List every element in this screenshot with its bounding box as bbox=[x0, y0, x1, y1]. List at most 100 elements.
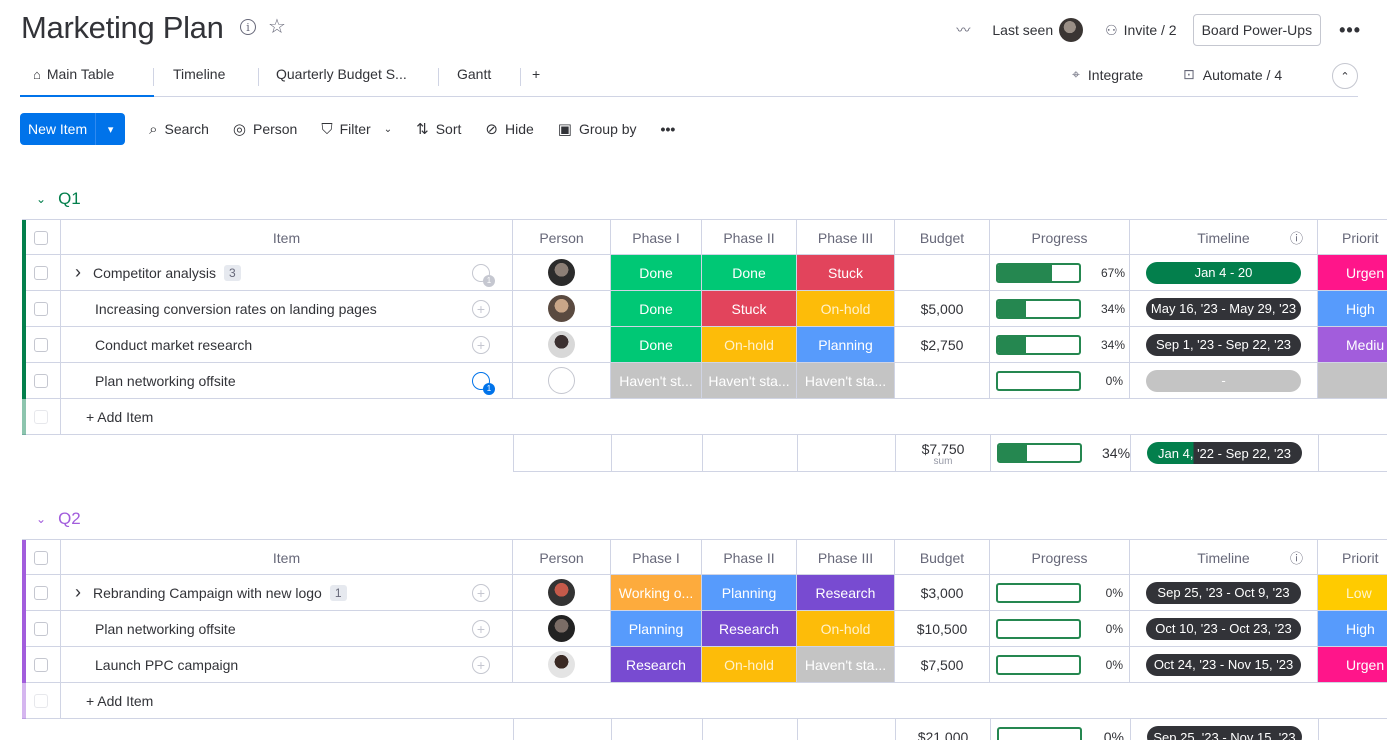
column-header-phase-ii[interactable]: Phase II bbox=[702, 220, 797, 255]
row-checkbox[interactable] bbox=[34, 301, 48, 316]
select-all-checkbox[interactable] bbox=[34, 550, 48, 565]
timeline-cell[interactable]: Jan 4 - 20 bbox=[1130, 255, 1318, 290]
activity-button[interactable]: 〰 bbox=[956, 20, 970, 40]
priority-cell[interactable] bbox=[1318, 363, 1387, 398]
item-name[interactable]: Plan networking offsite bbox=[95, 373, 236, 389]
invite-button[interactable]: ⚇ Invite / 2 bbox=[1105, 22, 1176, 39]
status-cell-phase1[interactable]: Haven't st... bbox=[611, 363, 702, 398]
item-cell[interactable]: Conduct market research + bbox=[61, 327, 513, 362]
budget-cell[interactable]: $3,000 bbox=[895, 575, 990, 610]
status-cell-phase2[interactable]: Stuck bbox=[702, 291, 797, 326]
column-header-item[interactable]: Item bbox=[61, 220, 513, 255]
person-filter-button[interactable]: ◎ Person bbox=[233, 120, 297, 138]
column-header-person[interactable]: Person bbox=[513, 540, 611, 575]
row-checkbox-cell[interactable] bbox=[22, 327, 61, 362]
automate-button[interactable]: ⊡ Automate / 4 bbox=[1183, 66, 1282, 83]
status-cell-phase3[interactable]: On-hold bbox=[797, 611, 895, 646]
board-power-ups-button[interactable]: Board Power-Ups bbox=[1192, 14, 1322, 46]
priority-cell[interactable]: Mediu bbox=[1318, 327, 1387, 362]
status-cell-phase2[interactable]: On-hold bbox=[702, 647, 797, 682]
status-cell-phase3[interactable]: On-hold bbox=[797, 291, 895, 326]
budget-cell[interactable]: $7,500 bbox=[895, 647, 990, 682]
person-cell[interactable] bbox=[513, 255, 611, 290]
chevron-down-icon[interactable]: ▾ bbox=[95, 113, 125, 145]
chevron-down-icon[interactable]: ⌄ bbox=[36, 512, 46, 526]
select-all-checkbox[interactable] bbox=[34, 230, 48, 245]
add-item-input[interactable]: + Add Item bbox=[61, 399, 1387, 434]
sort-button[interactable]: ⇅ Sort bbox=[416, 120, 461, 138]
tab-gantt[interactable]: Gantt bbox=[457, 66, 491, 82]
add-update-icon[interactable]: + bbox=[472, 619, 490, 638]
timeline-pill[interactable]: May 16, '23 - May 29, '23 bbox=[1146, 297, 1301, 320]
row-checkbox[interactable] bbox=[34, 585, 48, 600]
timeline-cell[interactable]: Oct 10, '23 - Oct 23, '23 bbox=[1130, 611, 1318, 646]
column-header-priority[interactable]: Priorit bbox=[1318, 540, 1387, 575]
new-item-label[interactable]: New Item bbox=[20, 113, 95, 145]
star-icon[interactable]: ☆ bbox=[268, 17, 286, 37]
summary-budget-cell[interactable]: $21,000 bbox=[896, 719, 991, 740]
status-cell-phase3[interactable]: Haven't sta... bbox=[797, 647, 895, 682]
avatar[interactable] bbox=[548, 579, 575, 606]
status-cell-phase1[interactable]: Done bbox=[611, 255, 702, 290]
column-header-person[interactable]: Person bbox=[513, 220, 611, 255]
timeline-cell[interactable]: - bbox=[1130, 363, 1318, 398]
subitem-count-badge[interactable]: 3 bbox=[223, 264, 241, 281]
row-checkbox[interactable] bbox=[34, 265, 48, 280]
column-header-budget[interactable]: Budget bbox=[895, 540, 990, 575]
row-checkbox[interactable] bbox=[34, 657, 48, 672]
item-cell[interactable]: Launch PPC campaign + bbox=[61, 647, 513, 682]
add-item-row[interactable]: + Add Item bbox=[22, 399, 1387, 435]
column-header-timeline[interactable]: Timeline ⓘ bbox=[1130, 540, 1318, 575]
priority-cell[interactable]: High bbox=[1318, 611, 1387, 646]
select-all-checkbox-cell[interactable] bbox=[22, 220, 61, 255]
collapse-header-button[interactable]: ⌃ bbox=[1332, 63, 1358, 89]
timeline-pill[interactable]: Sep 25, '23 - Oct 9, '23 bbox=[1146, 581, 1301, 604]
column-header-phase-ii[interactable]: Phase II bbox=[702, 540, 797, 575]
row-checkbox-cell[interactable] bbox=[22, 255, 61, 290]
item-name[interactable]: Launch PPC campaign bbox=[95, 657, 238, 673]
status-cell-phase2[interactable]: Haven't sta... bbox=[702, 363, 797, 398]
timeline-cell[interactable]: May 16, '23 - May 29, '23 bbox=[1130, 291, 1318, 326]
budget-cell[interactable]: $2,750 bbox=[895, 327, 990, 362]
status-cell-phase1[interactable]: Done bbox=[611, 327, 702, 362]
tab-main-table[interactable]: ⌂ Main Table bbox=[33, 66, 114, 82]
column-header-phase-i[interactable]: Phase I bbox=[611, 540, 702, 575]
info-icon[interactable]: ⓘ bbox=[1290, 548, 1303, 567]
person-cell[interactable] bbox=[513, 647, 611, 682]
column-header-item[interactable]: Item bbox=[61, 540, 513, 575]
status-cell-phase1[interactable]: Done bbox=[611, 291, 702, 326]
person-cell[interactable] bbox=[513, 327, 611, 362]
last-seen[interactable]: Last seen bbox=[992, 18, 1084, 42]
group-header-q1[interactable]: ⌄ Q1 bbox=[36, 189, 81, 209]
table-row[interactable]: Launch PPC campaign + Research On-hold Haven… bbox=[22, 647, 1387, 683]
row-checkbox[interactable] bbox=[34, 621, 48, 636]
expand-subitems-icon[interactable]: › bbox=[75, 582, 81, 603]
avatar[interactable] bbox=[548, 259, 575, 286]
more-toolbar-icon[interactable]: ••• bbox=[661, 121, 676, 137]
item-cell[interactable]: Increasing conversion rates on landing p… bbox=[61, 291, 513, 326]
item-cell[interactable]: Plan networking offsite 1 bbox=[61, 363, 513, 398]
column-header-timeline[interactable]: Timeline ⓘ bbox=[1130, 220, 1318, 255]
priority-cell[interactable]: Urgen bbox=[1318, 255, 1387, 290]
group-by-button[interactable]: ▣ Group by bbox=[558, 120, 637, 138]
tab-quarterly-budget[interactable]: Quarterly Budget S... bbox=[276, 66, 407, 82]
table-row[interactable]: › Rebranding Campaign with new logo 1 + Work… bbox=[22, 575, 1387, 611]
item-name[interactable]: Competitor analysis bbox=[93, 265, 216, 281]
hide-button[interactable]: ⊘ Hide bbox=[485, 120, 533, 138]
table-row[interactable]: Plan networking offsite 1 Haven't st... Hav… bbox=[22, 363, 1387, 399]
status-cell-phase2[interactable]: Planning bbox=[702, 575, 797, 610]
row-checkbox-cell[interactable] bbox=[22, 647, 61, 682]
budget-cell[interactable]: $5,000 bbox=[895, 291, 990, 326]
avatar[interactable] bbox=[548, 615, 575, 642]
tab-timeline[interactable]: Timeline bbox=[173, 66, 225, 82]
more-options-icon[interactable]: ••• bbox=[1339, 20, 1361, 41]
person-cell[interactable] bbox=[513, 291, 611, 326]
add-item-row[interactable]: + Add Item bbox=[22, 683, 1387, 719]
budget-cell[interactable]: $10,500 bbox=[895, 611, 990, 646]
item-cell[interactable]: › Rebranding Campaign with new logo 1 + bbox=[61, 575, 513, 610]
table-row[interactable]: › Competitor analysis 3 1 Done Done Stuck 67% Ja… bbox=[22, 255, 1387, 291]
expand-subitems-icon[interactable]: › bbox=[75, 262, 81, 283]
add-view-button[interactable]: + bbox=[532, 66, 540, 82]
column-header-phase-iii[interactable]: Phase III bbox=[797, 540, 895, 575]
avatar[interactable] bbox=[548, 331, 575, 358]
